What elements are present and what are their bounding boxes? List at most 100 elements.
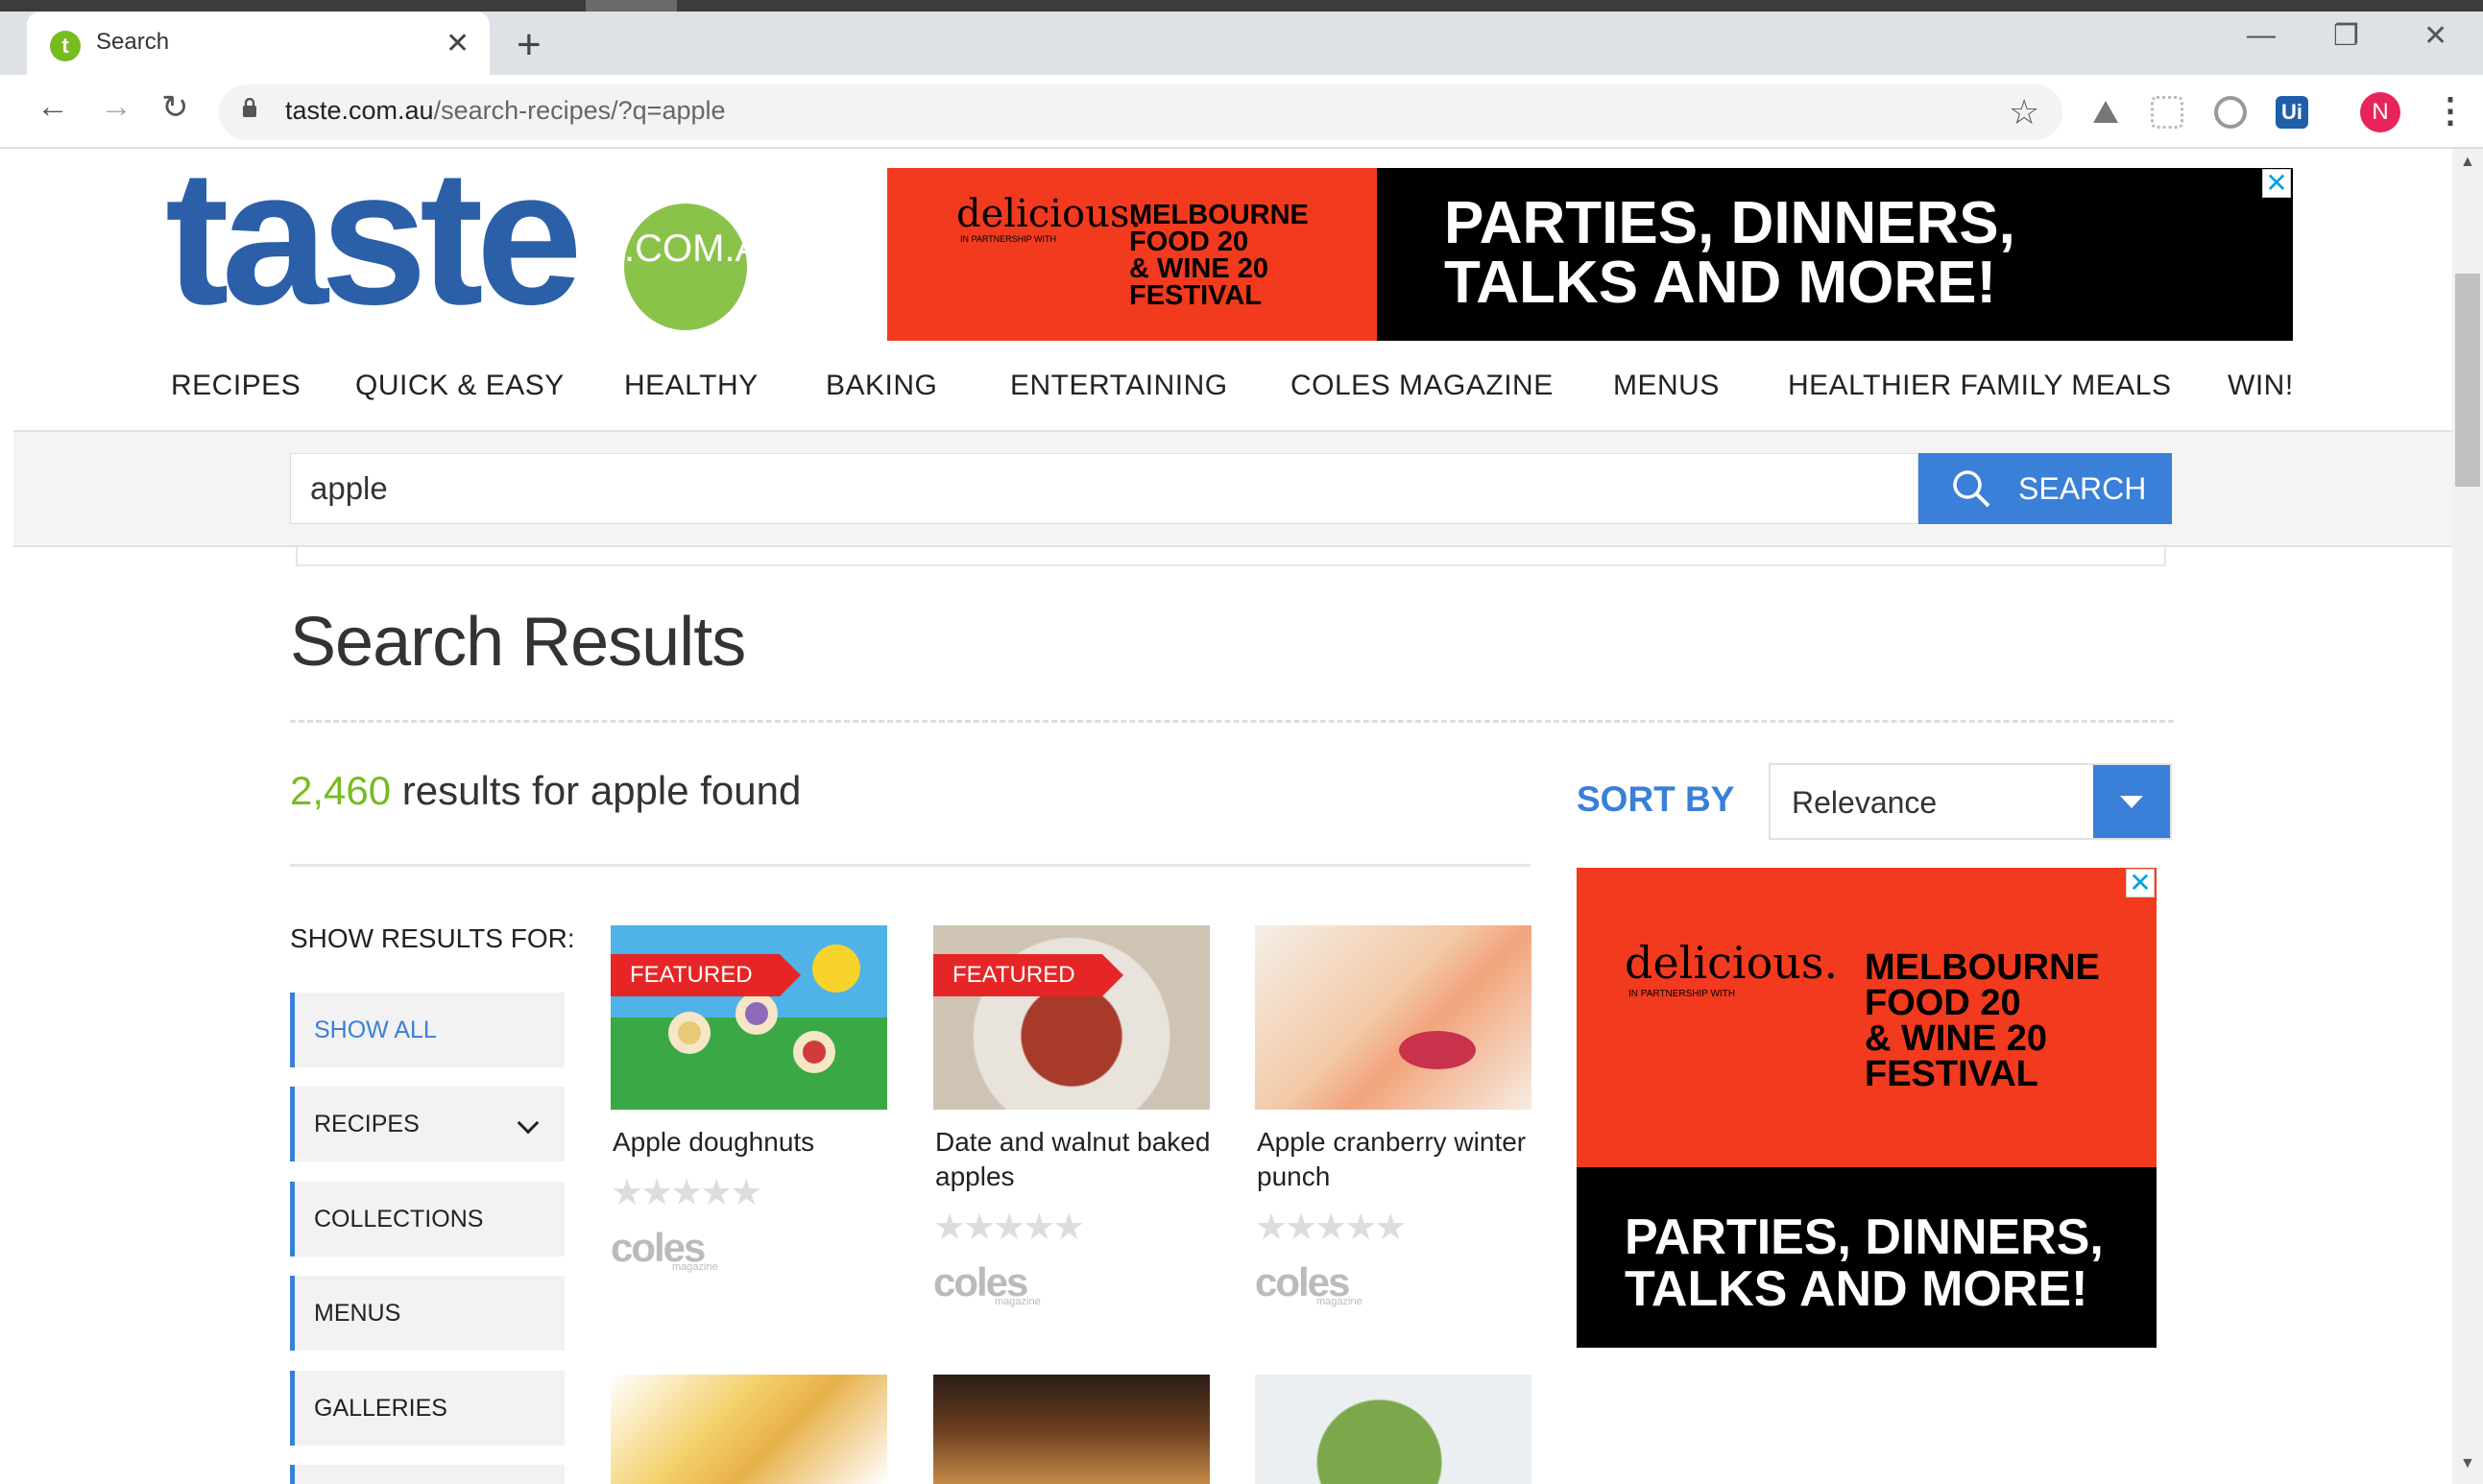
filter-show-all[interactable]: SHOW ALL <box>290 993 565 1067</box>
coles-magazine-logo: coles magazine <box>1255 1259 1362 1307</box>
rating-stars[interactable]: ★★★★★ <box>611 1171 762 1214</box>
side-ad-festival-line: FESTIVAL <box>1865 1054 2038 1094</box>
extension-icon[interactable] <box>2151 96 2183 129</box>
restore-icon[interactable]: ❐ <box>2333 19 2359 53</box>
nav-healthy[interactable]: HEALTHY <box>624 370 759 402</box>
filter-recipes-label: RECIPES <box>314 1111 420 1137</box>
minimize-icon[interactable]: — <box>2247 19 2276 52</box>
results-divider <box>290 864 1531 867</box>
berries-shape <box>1399 1031 1476 1069</box>
bookmark-star-icon[interactable]: ☆ <box>2009 92 2039 132</box>
top-ad-partner: IN PARTNERSHIP WITH <box>960 234 1057 244</box>
recipe-image-apple-cranberry-punch[interactable] <box>1255 925 1531 1110</box>
top-ad-festival-line: FOOD 20 <box>1129 227 1249 257</box>
results-count-number: 2,460 <box>290 768 392 813</box>
side-ad-festival: MELBOURNE FOOD 20 & WINE 20 FESTIVAL <box>1865 949 2100 1094</box>
nav-menus[interactable]: MENUS <box>1613 370 1720 402</box>
filter-collections[interactable]: COLLECTIONS <box>290 1182 565 1257</box>
side-ad-partner: IN PARTNERSHIP WITH <box>1628 989 1736 999</box>
side-ad-festival-line: & WINE 20 <box>1865 1018 2048 1059</box>
filters-heading: SHOW RESULTS FOR: <box>290 923 575 953</box>
nav-quick-easy[interactable]: QUICK & EASY <box>355 370 565 402</box>
featured-badge: FEATURED <box>611 954 801 996</box>
title-strip <box>0 0 2483 12</box>
recipe-image-apple-doughnuts[interactable]: FEATURED <box>611 925 887 1110</box>
nav-recipes[interactable]: RECIPES <box>171 370 301 402</box>
top-ad-headline: PARTIES, DINNERS, TALKS AND MORE! <box>1444 194 2015 313</box>
recipe-title-apple-doughnuts[interactable]: Apple doughnuts <box>613 1125 901 1160</box>
scrollbar-thumb[interactable] <box>2455 274 2480 487</box>
browser-menu-icon[interactable]: ⋮ <box>2433 90 2468 131</box>
side-ad-headline: PARTIES, DINNERS, TALKS AND MORE! <box>1625 1211 2104 1315</box>
uipath-icon[interactable]: Ui <box>2276 96 2308 129</box>
coles-logo-sub: magazine <box>995 1296 1041 1307</box>
coles-magazine-logo: coles magazine <box>933 1259 1041 1307</box>
filter-more[interactable] <box>290 1465 565 1484</box>
filter-galleries[interactable]: GALLERIES <box>290 1371 565 1446</box>
dashed-divider <box>290 720 2174 723</box>
filter-menus[interactable]: MENUS <box>290 1276 565 1351</box>
search-button[interactable]: SEARCH <box>1918 453 2172 524</box>
top-ad-brand: delicious. <box>956 192 1143 236</box>
url-path: /search-recipes/?q=apple <box>433 96 726 125</box>
chevron-down-icon <box>517 1112 540 1135</box>
top-ad-festival-line: & WINE 20 <box>1129 253 1269 284</box>
results-count: 2,460 results for apple found <box>290 768 801 814</box>
rating-stars[interactable]: ★★★★★ <box>933 1206 1085 1249</box>
forward-icon[interactable]: → <box>100 88 133 126</box>
new-tab-button[interactable]: + <box>517 21 542 69</box>
nav-win[interactable]: WIN! <box>2228 370 2294 402</box>
sort-select[interactable]: Relevance <box>1769 763 2172 840</box>
rating-stars[interactable]: ★★★★★ <box>1255 1206 1407 1249</box>
scroll-down-icon[interactable]: ▼ <box>2460 1455 2475 1472</box>
url-text: taste.com.au/search-recipes/?q=apple <box>285 96 726 126</box>
nav-baking[interactable]: BAKING <box>826 370 937 402</box>
nav-coles-magazine[interactable]: COLES MAGAZINE <box>1290 370 1554 402</box>
close-window-icon[interactable]: ✕ <box>2423 19 2447 53</box>
featured-badge: FEATURED <box>933 954 1123 996</box>
drive-icon[interactable] <box>2089 96 2122 129</box>
recipe-image-date-walnut-apples[interactable]: FEATURED <box>933 925 1210 1110</box>
search-icon <box>1953 470 1990 508</box>
title-strip-highlight <box>586 0 677 12</box>
camera-icon[interactable] <box>2214 96 2247 129</box>
recipe-image-row2-3[interactable] <box>1255 1375 1531 1484</box>
dropdown-arrow-icon[interactable] <box>2093 765 2170 838</box>
profile-avatar[interactable]: N <box>2360 92 2400 132</box>
doughnut-shape <box>735 993 778 1035</box>
logo-badge-text: .COM.AU <box>624 227 789 270</box>
coles-logo-sub: magazine <box>672 1261 718 1273</box>
nav-entertaining[interactable]: ENTERTAINING <box>1010 370 1228 402</box>
top-ad-festival-line: FESTIVAL <box>1129 280 1263 311</box>
recipe-image-row2-1[interactable] <box>611 1375 887 1484</box>
side-ad-headline-line: TALKS AND MORE! <box>1625 1261 2088 1317</box>
tab-close-icon[interactable]: ✕ <box>446 27 470 60</box>
back-icon[interactable]: ← <box>36 88 69 126</box>
coles-magazine-logo: coles magazine <box>611 1225 718 1273</box>
coles-logo-sub: magazine <box>1316 1296 1362 1307</box>
search-input[interactable]: apple <box>290 453 1918 524</box>
top-ad-headline-line: PARTIES, DINNERS, <box>1444 190 2015 256</box>
top-ad-headline-line: TALKS AND MORE! <box>1444 250 1997 316</box>
top-ad-festival-line: MELBOURNE <box>1129 200 1309 230</box>
doughnut-shape <box>793 1031 835 1073</box>
nav-healthier-family-meals[interactable]: HEALTHIER FAMILY MEALS <box>1788 370 2171 402</box>
lock-icon[interactable] <box>242 98 257 117</box>
search-band-shadow <box>296 547 2166 566</box>
scroll-up-icon[interactable]: ▲ <box>2460 154 2475 171</box>
ad-close-icon[interactable]: ✕ <box>2126 869 2155 898</box>
search-button-label: SEARCH <box>2018 471 2147 506</box>
sort-by-label: SORT BY <box>1577 779 1735 819</box>
results-count-text: results for apple found <box>391 768 802 813</box>
ad-close-icon[interactable]: ✕ <box>2262 169 2291 198</box>
recipe-image-row2-2[interactable] <box>933 1375 1210 1484</box>
url-domain: taste.com.au <box>285 96 434 125</box>
site-logo[interactable]: taste <box>165 142 583 334</box>
filter-recipes[interactable]: RECIPES <box>290 1087 565 1161</box>
recipe-title-apple-cranberry-punch[interactable]: Apple cranberry winter punch <box>1257 1125 1545 1194</box>
side-ad-brand: delicious. <box>1625 937 1839 989</box>
reload-icon[interactable]: ↻ <box>161 88 189 127</box>
page-title: Search Results <box>290 604 746 681</box>
tab-favicon-icon: t <box>50 31 81 61</box>
recipe-title-date-walnut-apples[interactable]: Date and walnut baked apples <box>935 1125 1223 1194</box>
